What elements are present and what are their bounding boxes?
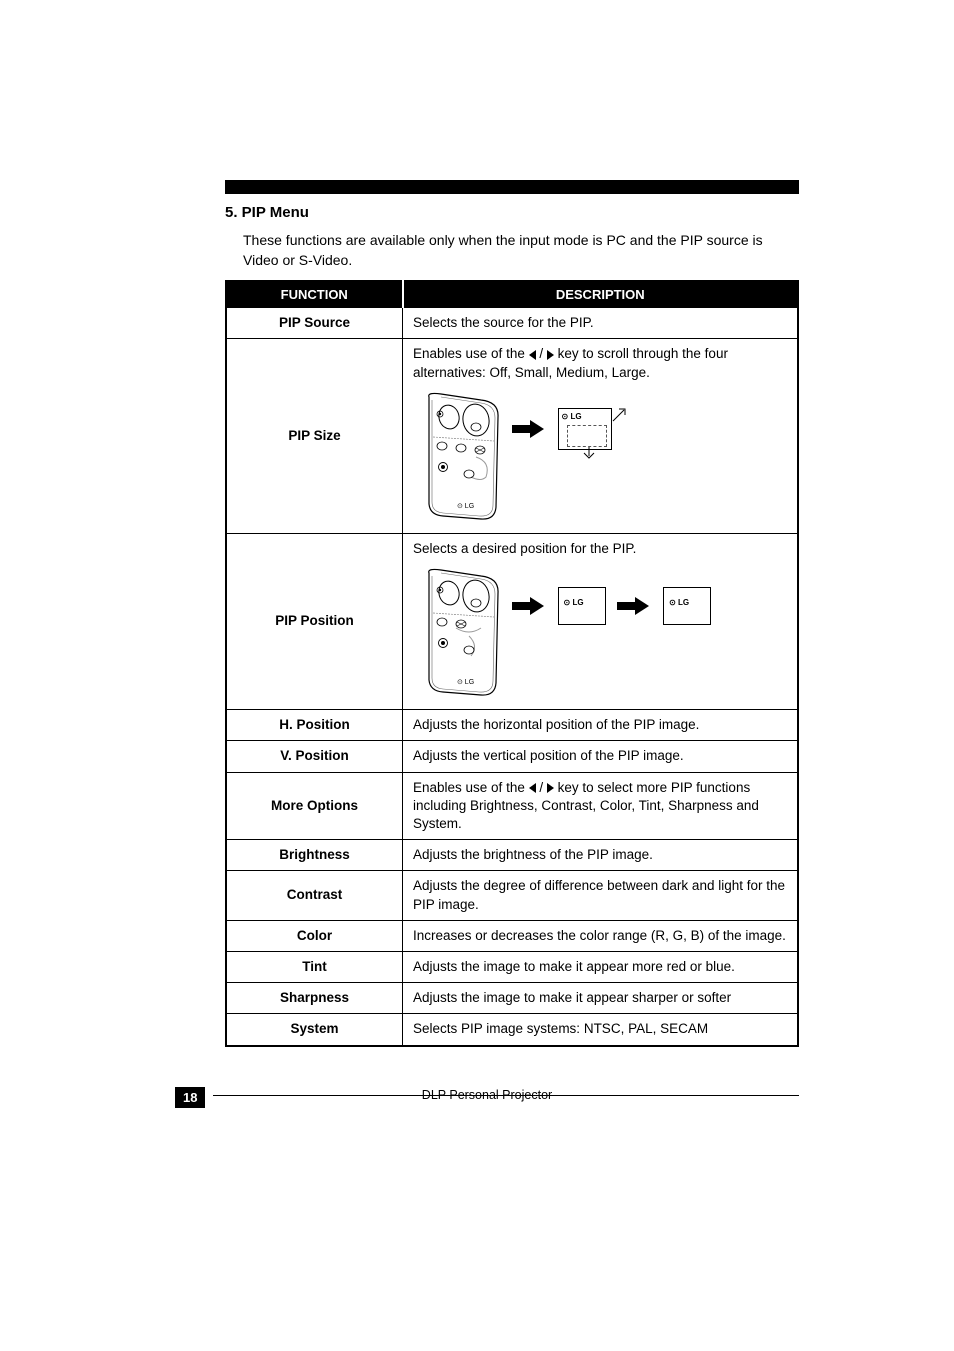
pip-inner-box bbox=[567, 425, 607, 447]
func-system: System bbox=[226, 1014, 403, 1046]
remote-lg-label: ⊙ LG bbox=[457, 503, 474, 510]
left-arrow-icon bbox=[529, 350, 536, 360]
desc-v-position: Adjusts the vertical position of the PIP… bbox=[403, 741, 799, 772]
desc-more-b: / bbox=[536, 780, 547, 795]
func-h-position: H. Position bbox=[226, 710, 403, 741]
desc-sharpness: Adjusts the image to make it appear shar… bbox=[403, 983, 799, 1014]
func-more-options: More Options bbox=[226, 772, 403, 840]
desc-pip-position-text: Selects a desired position for the PIP. bbox=[413, 541, 636, 556]
func-sharpness: Sharpness bbox=[226, 983, 403, 1014]
lg-label-pos2: ⊙ LG bbox=[669, 598, 689, 609]
footer: 18 DLP Personal Projector bbox=[175, 1087, 799, 1102]
desc-more-options: Enables use of the / key to select more … bbox=[403, 772, 799, 840]
desc-contrast: Adjusts the degree of difference between… bbox=[403, 871, 799, 920]
section-intro: These functions are available only when … bbox=[243, 231, 799, 270]
desc-pip-size-b: / bbox=[536, 346, 547, 361]
right-arrow-icon bbox=[547, 350, 554, 360]
desc-more-a: Enables use of the bbox=[413, 780, 529, 795]
func-brightness: Brightness bbox=[226, 840, 403, 871]
desc-pip-size-a: Enables use of the bbox=[413, 346, 529, 361]
desc-h-position: Adjusts the horizontal position of the P… bbox=[403, 710, 799, 741]
desc-pip-position: Selects a desired position for the PIP. bbox=[403, 533, 799, 709]
pip-size-screen: ⊙ LG bbox=[558, 408, 612, 450]
desc-pip-size: Enables use of the / key to scroll throu… bbox=[403, 339, 799, 533]
page-number: 18 bbox=[175, 1087, 205, 1108]
resize-arrow-down-icon bbox=[581, 447, 597, 461]
desc-system: Selects PIP image systems: NTSC, PAL, SE… bbox=[403, 1014, 799, 1046]
desc-color: Increases or decreases the color range (… bbox=[403, 920, 799, 951]
lg-label-size: ⊙ LG bbox=[562, 412, 582, 423]
th-function: FUNCTION bbox=[226, 281, 403, 308]
func-pip-size: PIP Size bbox=[226, 339, 403, 533]
left-arrow-icon-2 bbox=[529, 783, 536, 793]
remote-control-icon: ⊙ LG bbox=[421, 392, 506, 522]
pip-pos-screen-2: ⊙ LG bbox=[663, 587, 711, 625]
func-v-position: V. Position bbox=[226, 741, 403, 772]
content-area: 5. PIP Menu These functions are availabl… bbox=[225, 204, 799, 1047]
thick-arrow-icon-3 bbox=[617, 599, 651, 613]
right-arrow-icon-2 bbox=[547, 783, 554, 793]
desc-brightness: Adjusts the brightness of the PIP image. bbox=[403, 840, 799, 871]
thick-arrow-icon-2 bbox=[512, 599, 546, 613]
remote-control-icon-2: ⊙ LG bbox=[421, 568, 506, 698]
section-title: 5. PIP Menu bbox=[225, 204, 799, 221]
func-pip-position: PIP Position bbox=[226, 533, 403, 709]
lg-label-pos1: ⊙ LG bbox=[564, 598, 584, 609]
th-description: DESCRIPTION bbox=[403, 281, 799, 308]
func-tint: Tint bbox=[226, 952, 403, 983]
pip-size-diagram: ⊙ LG ⊙ LG bbox=[421, 392, 787, 522]
header-black-bar bbox=[225, 180, 799, 194]
func-contrast: Contrast bbox=[226, 871, 403, 920]
remote-lg-label-2: ⊙ LG bbox=[457, 679, 474, 686]
func-color: Color bbox=[226, 920, 403, 951]
desc-tint: Adjusts the image to make it appear more… bbox=[403, 952, 799, 983]
thick-arrow-icon bbox=[512, 422, 546, 436]
desc-pip-source: Selects the source for the PIP. bbox=[403, 308, 799, 339]
resize-arrow-icon bbox=[611, 407, 629, 425]
func-pip-source: PIP Source bbox=[226, 308, 403, 339]
pip-position-diagram: ⊙ LG ⊙ LG ⊙ LG bbox=[421, 568, 787, 698]
pip-menu-table: FUNCTION DESCRIPTION PIP Source Selects … bbox=[225, 280, 799, 1047]
pip-pos-screen-1: ⊙ LG bbox=[558, 587, 606, 625]
